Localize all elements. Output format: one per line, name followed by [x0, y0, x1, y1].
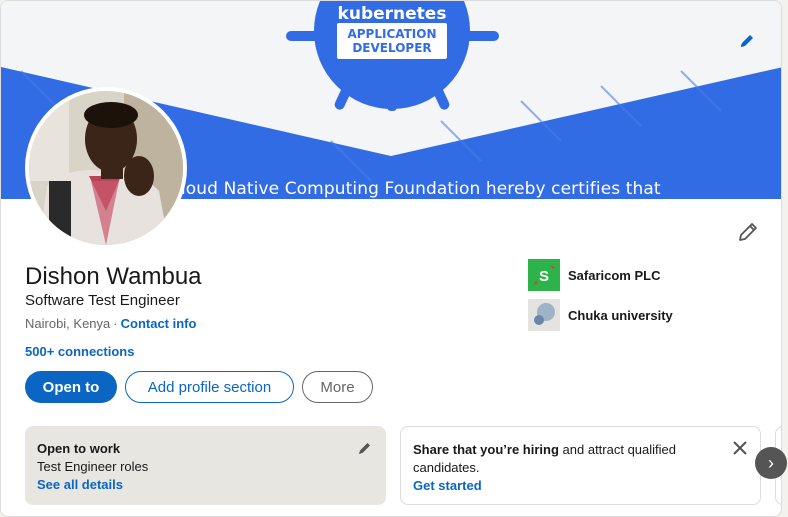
edit-intro-pencil-icon[interactable] [735, 219, 761, 245]
hiring-text: Share that you’re hiring and attract qua… [413, 441, 700, 477]
certificate-text: Cloud Native Computing Foundation hereby… [169, 179, 661, 199]
svg-text:S: S [539, 268, 549, 285]
open-to-work-roles: Test Engineer roles [37, 459, 149, 474]
badge-line-3: DEVELOPER [352, 41, 431, 55]
banner-edit-pencil-icon[interactable] [737, 31, 757, 51]
open-to-work-title: Open to work [37, 441, 121, 456]
hiring-card[interactable]: Share that you’re hiring and attract qua… [400, 426, 761, 505]
org-name: Chuka university [568, 307, 673, 323]
connections-link[interactable]: 500+ connections [25, 344, 134, 359]
carousel-next-chevron-icon[interactable]: › [755, 447, 787, 479]
badge-title: kubernetes [338, 4, 447, 24]
close-icon[interactable] [731, 439, 749, 457]
separator-dot: · [113, 316, 118, 331]
more-button[interactable]: More [302, 371, 373, 403]
location-row: Nairobi, Kenya · Contact info [25, 316, 196, 331]
edit-open-to-work-pencil-icon[interactable] [357, 440, 373, 456]
contact-info-link[interactable]: Contact info [121, 316, 197, 331]
avatar [29, 91, 183, 245]
safaricom-logo-icon: S [528, 259, 560, 291]
add-profile-section-button[interactable]: Add profile section [125, 371, 294, 403]
university-logo-icon [528, 299, 560, 331]
profile-name: Dishon Wambua [25, 263, 202, 290]
see-all-details-link[interactable]: See all details [37, 476, 374, 494]
profile-photo[interactable] [25, 87, 187, 249]
profile-headline: Software Test Engineer [25, 292, 180, 309]
badge-line-2: APPLICATION [347, 27, 436, 41]
profile-card: kubernetes APPLICATION DEVELOPER Cloud N… [0, 0, 782, 517]
location-text: Nairobi, Kenya [25, 316, 111, 331]
open-to-work-card[interactable]: Open to work Test Engineer roles See all… [25, 426, 386, 505]
org-name: Safaricom PLC [568, 267, 661, 283]
hiring-text-bold: Share that you’re hiring [413, 442, 559, 457]
get-started-link[interactable]: Get started [413, 477, 700, 495]
open-to-button[interactable]: Open to [25, 371, 117, 403]
org-item-chuka-university[interactable]: Chuka university [528, 299, 673, 331]
org-item-safaricom[interactable]: S Safaricom PLC [528, 259, 660, 291]
